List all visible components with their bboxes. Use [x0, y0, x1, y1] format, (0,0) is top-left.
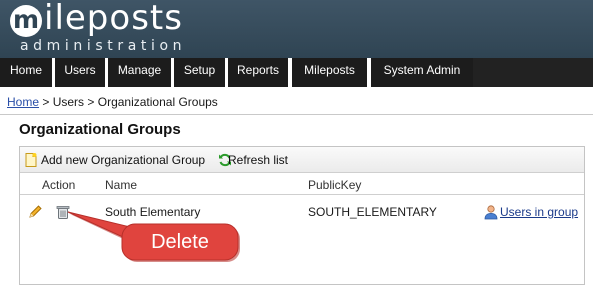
grid-header: Action Name PublicKey [20, 174, 584, 195]
breadcrumb-divider [0, 114, 593, 115]
users-in-group-label: Users in group [500, 205, 579, 219]
breadcrumb: Home > Users > Organizational Groups [7, 95, 218, 109]
nav-system-admin[interactable]: System Admin [371, 58, 473, 87]
main-nav: Home Users Manage Setup Reports Milepost… [0, 58, 593, 87]
logo-subtitle: administration [20, 38, 187, 54]
nav-filler [473, 58, 593, 87]
nav-manage[interactable]: Manage [108, 58, 171, 87]
nav-mileposts[interactable]: Mileposts [292, 58, 367, 87]
group-name-cell: South Elementary [105, 205, 201, 219]
nav-users[interactable]: Users [55, 58, 105, 87]
delete-callout-label: Delete [151, 231, 209, 253]
table-row: South Elementary SOUTH_ELEMENTARY Users … [20, 201, 584, 223]
breadcrumb-users: Users [52, 95, 85, 109]
breadcrumb-current: Organizational Groups [97, 95, 218, 109]
nav-reports[interactable]: Reports [228, 58, 288, 87]
delete-trash-icon[interactable] [55, 204, 71, 220]
edit-pencil-icon[interactable] [27, 204, 43, 220]
refresh-list-label: Refresh list [228, 153, 289, 167]
breadcrumb-separator: > [39, 95, 53, 109]
nav-setup[interactable]: Setup [174, 58, 225, 87]
page-title: Organizational Groups [19, 121, 181, 138]
column-header-publickey[interactable]: PublicKey [308, 178, 361, 192]
grid-toolbar: Add new Organizational Group Refresh lis… [20, 147, 584, 173]
logo-mark: m [10, 5, 42, 37]
add-group-label: Add new Organizational Group [41, 153, 206, 167]
breadcrumb-separator: > [84, 95, 98, 109]
add-group-button[interactable]: Add new Organizational Group [23, 152, 213, 168]
refresh-list-button[interactable]: Refresh list [217, 152, 297, 168]
nav-home[interactable]: Home [0, 58, 52, 87]
groups-grid: Add new Organizational Group Refresh lis… [19, 146, 585, 285]
user-icon [484, 205, 498, 220]
breadcrumb-home-link[interactable]: Home [7, 95, 39, 109]
new-document-icon [25, 153, 37, 167]
users-in-group-link[interactable]: Users in group [483, 204, 583, 221]
group-publickey-cell: SOUTH_ELEMENTARY [308, 205, 437, 219]
column-header-name[interactable]: Name [105, 178, 137, 192]
logo-wordmark: ileposts [44, 0, 183, 38]
column-header-action: Action [42, 178, 76, 192]
app-header: m ileposts administration [0, 0, 593, 58]
